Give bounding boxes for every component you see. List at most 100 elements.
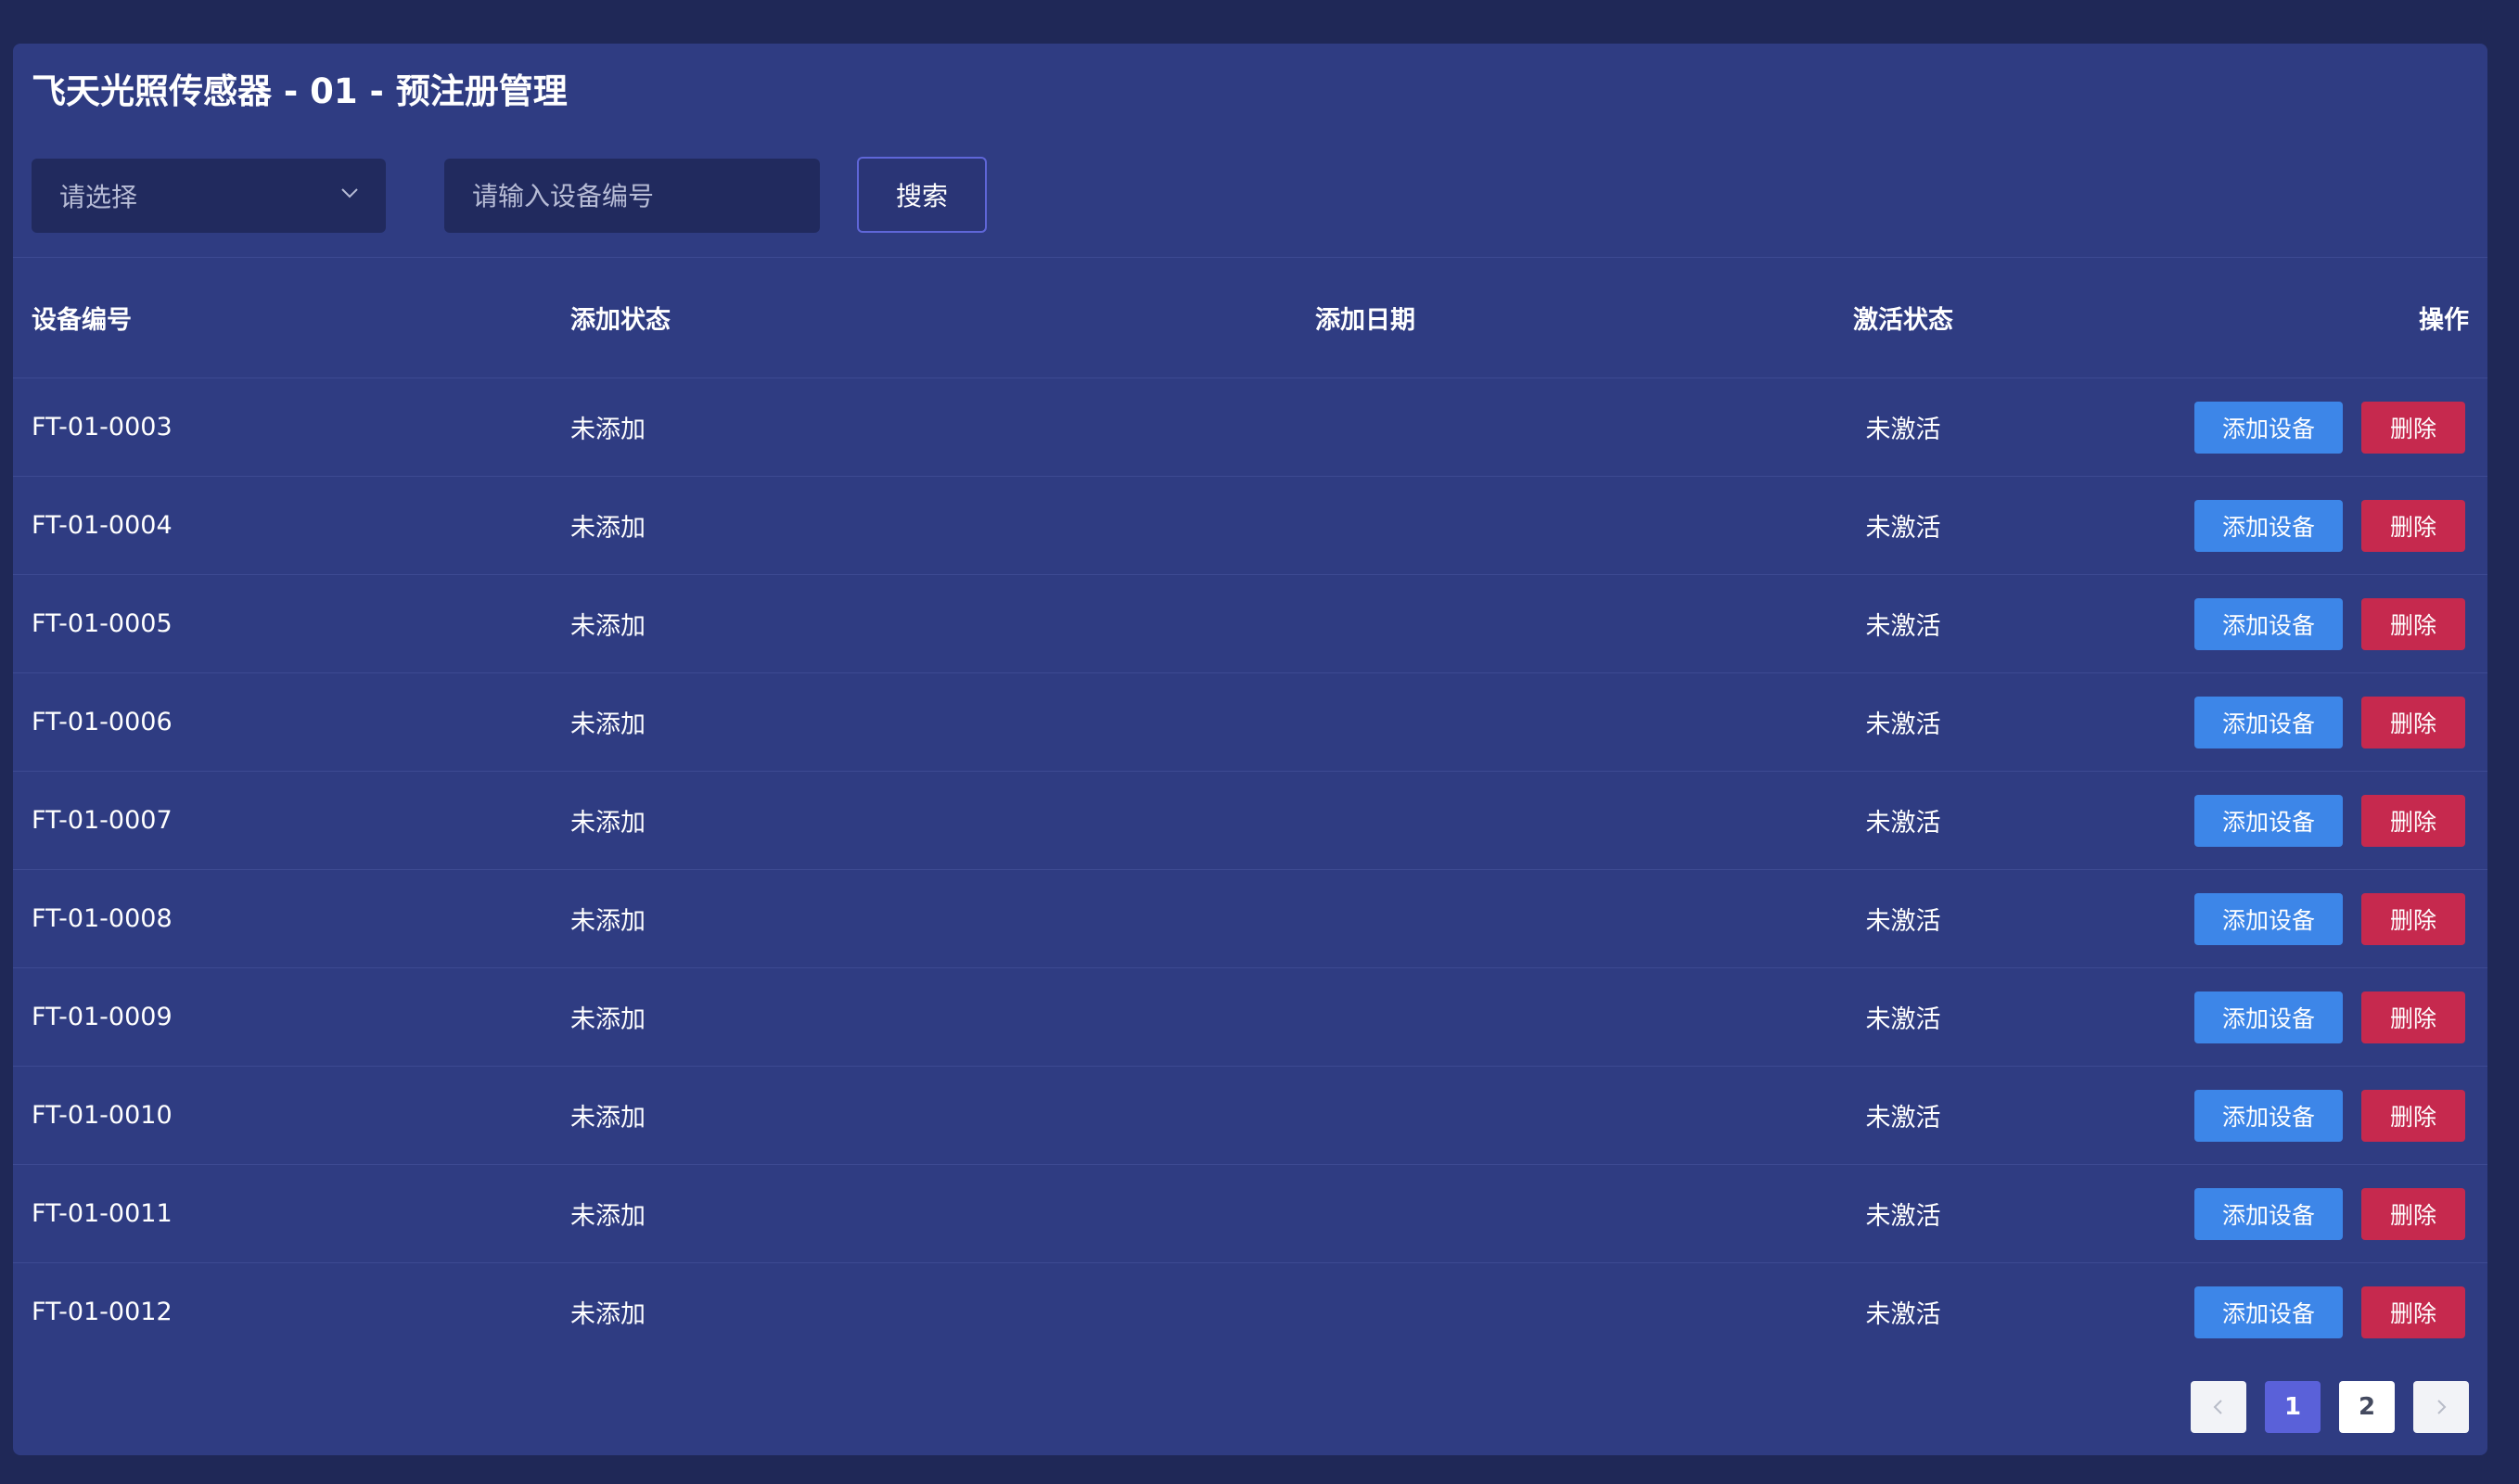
add-status-cell: 未添加 [570, 710, 646, 739]
header-add-status: 添加状态 [570, 306, 671, 335]
prev-page-button[interactable] [2191, 1381, 2246, 1433]
table-row: FT-01-0008 未添加 未激活 添加设备 删除 [13, 869, 2487, 967]
operations-cell: 添加设备 删除 [2194, 477, 2469, 574]
device-table: 设备编号 添加状态 添加日期 激活状态 操作 FT-01-0003 未添加 未激活添… [13, 257, 2487, 1361]
chevron-right-icon [2437, 1400, 2447, 1414]
delete-button[interactable]: 删除 [2361, 794, 2465, 847]
add-device-button[interactable]: 添加设备 [2194, 1286, 2343, 1338]
table-row: FT-01-0003 未添加 未激活 添加设备 删除 [13, 377, 2487, 476]
device-id-search-input[interactable] [444, 159, 820, 233]
activation-status-cell: 未激活 [1865, 416, 1941, 444]
table-row: FT-01-0012 未添加 未激活 添加设备 删除 [13, 1262, 2487, 1361]
header-operations: 操作 [2419, 306, 2469, 335]
search-button[interactable]: 搜索 [857, 157, 987, 233]
header-activation-status: 激活状态 [1853, 306, 1953, 335]
operations-cell: 添加设备 删除 [2194, 968, 2469, 1066]
activation-status-cell: 未激活 [1865, 1005, 1941, 1034]
delete-button[interactable]: 删除 [2361, 991, 2465, 1043]
device-id-cell: FT-01-0008 [32, 904, 173, 933]
add-device-button[interactable]: 添加设备 [2194, 597, 2343, 650]
add-status-cell: 未添加 [570, 1104, 646, 1132]
add-device-button[interactable]: 添加设备 [2194, 696, 2343, 748]
operations-cell: 添加设备 删除 [2194, 575, 2469, 672]
operations-cell: 添加设备 删除 [2194, 772, 2469, 869]
add-status-cell: 未添加 [570, 514, 646, 543]
delete-button[interactable]: 删除 [2361, 1089, 2465, 1142]
chevron-down-icon [341, 188, 358, 198]
activation-status-cell: 未激活 [1865, 1202, 1941, 1231]
delete-button[interactable]: 删除 [2361, 1286, 2465, 1338]
add-device-button[interactable]: 添加设备 [2194, 1187, 2343, 1240]
device-select[interactable]: 请选择 [32, 159, 386, 233]
add-device-button[interactable]: 添加设备 [2194, 892, 2343, 945]
operations-cell: 添加设备 删除 [2194, 1067, 2469, 1164]
add-date-cell [1268, 772, 1463, 869]
operations-cell: 添加设备 删除 [2194, 1263, 2469, 1361]
add-date-cell [1268, 673, 1463, 771]
device-id-cell: FT-01-0006 [32, 708, 173, 736]
add-status-cell: 未添加 [570, 1005, 646, 1034]
add-date-cell [1268, 1067, 1463, 1164]
table-row: FT-01-0009 未添加 未激活 添加设备 删除 [13, 967, 2487, 1066]
delete-button[interactable]: 删除 [2361, 696, 2465, 748]
activation-status-cell: 未激活 [1865, 710, 1941, 739]
delete-button[interactable]: 删除 [2361, 1187, 2465, 1240]
table-body: FT-01-0003 未添加 未激活 添加设备 删除 FT-01-0004 未添加 未激活 添加… [13, 377, 2487, 1361]
page-button-1[interactable]: 1 [2265, 1381, 2321, 1433]
delete-button[interactable]: 删除 [2361, 499, 2465, 552]
add-status-cell: 未添加 [570, 1300, 646, 1329]
device-id-cell: FT-01-0012 [32, 1298, 173, 1326]
add-date-cell [1268, 575, 1463, 672]
add-date-cell [1268, 477, 1463, 574]
add-status-cell: 未添加 [570, 907, 646, 936]
table-row: FT-01-0011 未添加 未激活 添加设备 删除 [13, 1164, 2487, 1262]
main-panel: 飞天光照传感器 - 01 - 预注册管理 请选择 搜索 设备编号 添加状态 添加… [13, 44, 2487, 1455]
device-id-cell: FT-01-0007 [32, 806, 173, 835]
page-button-2[interactable]: 2 [2339, 1381, 2395, 1433]
add-status-cell: 未添加 [570, 1202, 646, 1231]
table-row: FT-01-0010 未添加 未激活 添加设备 删除 [13, 1066, 2487, 1164]
device-id-cell: FT-01-0011 [32, 1199, 173, 1228]
header-device-id: 设备编号 [32, 306, 132, 335]
device-id-cell: FT-01-0009 [32, 1003, 173, 1031]
activation-status-cell: 未激活 [1865, 1300, 1941, 1329]
activation-status-cell: 未激活 [1865, 612, 1941, 641]
chevron-left-icon [2213, 1400, 2222, 1414]
add-date-cell [1268, 1165, 1463, 1262]
add-device-button[interactable]: 添加设备 [2194, 401, 2343, 454]
delete-button[interactable]: 删除 [2361, 892, 2465, 945]
device-id-cell: FT-01-0003 [32, 413, 173, 441]
next-page-button[interactable] [2413, 1381, 2469, 1433]
activation-status-cell: 未激活 [1865, 809, 1941, 838]
table-row: FT-01-0006 未添加 未激活 添加设备 删除 [13, 672, 2487, 771]
operations-cell: 添加设备 删除 [2194, 378, 2469, 476]
table-row: FT-01-0004 未添加 未激活 添加设备 删除 [13, 476, 2487, 574]
activation-status-cell: 未激活 [1865, 907, 1941, 936]
add-device-button[interactable]: 添加设备 [2194, 991, 2343, 1043]
add-status-cell: 未添加 [570, 809, 646, 838]
table-header-row: 设备编号 添加状态 添加日期 激活状态 操作 [13, 257, 2487, 377]
page-title: 飞天光照传感器 - 01 - 预注册管理 [32, 71, 568, 111]
table-row: FT-01-0005 未添加 未激活 添加设备 删除 [13, 574, 2487, 672]
device-id-cell: FT-01-0005 [32, 609, 173, 638]
add-status-cell: 未添加 [570, 612, 646, 641]
table-row: FT-01-0007 未添加 未激活 添加设备 删除 [13, 771, 2487, 869]
add-date-cell [1268, 870, 1463, 967]
operations-cell: 添加设备 删除 [2194, 673, 2469, 771]
operations-cell: 添加设备 删除 [2194, 1165, 2469, 1262]
add-device-button[interactable]: 添加设备 [2194, 794, 2343, 847]
delete-button[interactable]: 删除 [2361, 401, 2465, 454]
add-date-cell [1268, 378, 1463, 476]
activation-status-cell: 未激活 [1865, 1104, 1941, 1132]
add-status-cell: 未添加 [570, 416, 646, 444]
select-placeholder: 请选择 [59, 182, 138, 212]
activation-status-cell: 未激活 [1865, 514, 1941, 543]
add-date-cell [1268, 1263, 1463, 1361]
pagination: 1 2 [2191, 1381, 2469, 1433]
add-device-button[interactable]: 添加设备 [2194, 1089, 2343, 1142]
add-date-cell [1268, 968, 1463, 1066]
add-device-button[interactable]: 添加设备 [2194, 499, 2343, 552]
delete-button[interactable]: 删除 [2361, 597, 2465, 650]
device-id-cell: FT-01-0010 [32, 1101, 173, 1130]
device-id-cell: FT-01-0004 [32, 511, 173, 540]
